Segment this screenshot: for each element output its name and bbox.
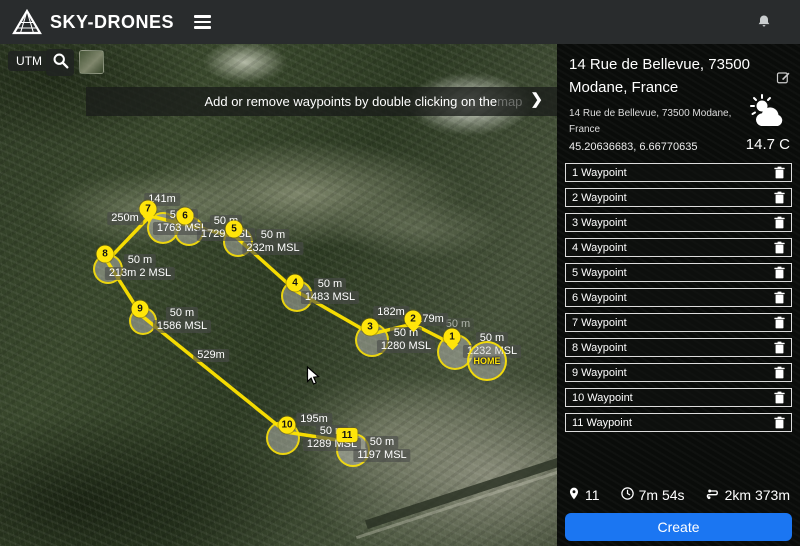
waypoint-marker-11[interactable]: 11: [337, 428, 358, 442]
waypoint-row-1[interactable]: 1 Waypoint: [565, 163, 792, 182]
coordinates-text: 45.20636683, 6.66770635: [569, 141, 697, 153]
trash-icon[interactable]: [774, 366, 785, 379]
trash-icon[interactable]: [774, 341, 785, 354]
app-window: SKY-DRONES 1234567891011HOME50 m1763 MSL…: [0, 0, 800, 546]
location-pin-icon: [567, 486, 581, 504]
waypoint-row-11[interactable]: 11 Waypoint: [565, 413, 792, 432]
waypoint-marker-5[interactable]: 5: [226, 221, 243, 238]
waypoint-row-label: 8 Waypoint: [572, 342, 627, 354]
sky-drones-logo-icon: [12, 9, 42, 35]
stat-value: 7m 54s: [639, 487, 685, 503]
waypoint-row-label: 11 Waypoint: [572, 417, 632, 429]
distance-label: 250m: [107, 212, 143, 225]
search-button[interactable]: [46, 49, 74, 76]
edit-icon[interactable]: [776, 70, 791, 90]
altitude-label: 50 m1197 MSL: [353, 436, 410, 462]
waypoint-row-label: 3 Waypoint: [572, 217, 627, 229]
altitude-label: 50 m1280 MSL: [377, 327, 435, 353]
waypoint-row-label: 10 Waypoint: [572, 392, 633, 404]
waypoint-row-label: 1 Waypoint: [572, 167, 627, 179]
mission-sidebar: 14 Rue de Bellevue, 73500 Modane, France…: [557, 44, 800, 546]
basemap-layer-button[interactable]: [79, 50, 104, 74]
stat-value: 11: [585, 487, 600, 503]
route-icon: [705, 485, 721, 504]
waypoint-row-3[interactable]: 3 Waypoint: [565, 213, 792, 232]
stat-value: 2km 373m: [725, 487, 790, 503]
waypoint-marker-7[interactable]: 7: [140, 201, 157, 218]
hint-text-fade: map: [497, 94, 522, 109]
trash-icon[interactable]: [774, 241, 785, 254]
top-bar: SKY-DRONES: [0, 0, 800, 44]
waypoint-row-label: 9 Waypoint: [572, 367, 627, 379]
bell-icon[interactable]: [756, 13, 772, 35]
altitude-label: 50 m213m 2 MSL: [105, 254, 175, 280]
search-icon: [52, 52, 69, 74]
waypoint-row-6[interactable]: 6 Waypoint: [565, 288, 792, 307]
waypoint-row-label: 7 Waypoint: [572, 317, 627, 329]
address-title: 14 Rue de Bellevue, 73500 Modane, France: [569, 54, 774, 99]
waypoint-row-8[interactable]: 8 Waypoint: [565, 338, 792, 357]
waypoint-marker-2[interactable]: 2: [405, 311, 422, 328]
address-subtitle: 14 Rue de Bellevue, 73500 Modane, France: [569, 106, 737, 138]
altitude-label: 50 m1586 MSL: [153, 307, 211, 333]
distance-label: 195m: [296, 413, 332, 426]
waypoint-row-label: 5 Waypoint: [572, 267, 627, 279]
trash-icon[interactable]: [774, 416, 785, 429]
trash-icon[interactable]: [774, 316, 785, 329]
waypoint-marker-10[interactable]: 10: [279, 417, 296, 434]
stat-route: 2km 373m: [705, 485, 790, 504]
hint-text: Add or remove waypoints by double clicki…: [204, 94, 497, 109]
waypoint-marker-3[interactable]: 3: [362, 319, 379, 336]
trash-icon[interactable]: [774, 191, 785, 204]
distance-label: 529m: [193, 349, 229, 362]
hint-banner: Add or remove waypoints by double clicki…: [86, 87, 557, 116]
waypoint-row-9[interactable]: 9 Waypoint: [565, 363, 792, 382]
mission-stats: 11 7m 54s 2km 373m: [567, 485, 790, 504]
mouse-cursor: [306, 366, 321, 392]
waypoint-marker-1[interactable]: 1: [444, 329, 461, 346]
altitude-label: 50 m232m MSL: [242, 229, 303, 255]
weather-widget: 14.7 C: [746, 94, 790, 153]
distance-label: 182m: [373, 306, 409, 319]
trash-icon[interactable]: [774, 291, 785, 304]
trash-icon[interactable]: [774, 266, 785, 279]
home-marker[interactable]: HOME: [467, 341, 507, 381]
waypoint-marker-4[interactable]: 4: [287, 275, 304, 292]
waypoint-marker-9[interactable]: 9: [132, 301, 149, 318]
waypoint-row-label: 2 Waypoint: [572, 192, 627, 204]
utm-toggle-button[interactable]: UTM: [8, 51, 50, 71]
home-label: HOME: [474, 356, 501, 366]
trash-icon[interactable]: [774, 216, 785, 229]
waypoint-row-10[interactable]: 10 Waypoint: [565, 388, 792, 407]
map-canvas[interactable]: 1234567891011HOME50 m1763 MSL50 m1729 MS…: [0, 44, 557, 546]
waypoint-list: 1 Waypoint 2 Waypoint 3 Waypoint 4 Waypoint…: [565, 163, 792, 438]
stat-location-pin: 11: [567, 486, 600, 504]
route-overlay: [0, 44, 557, 546]
waypoint-row-label: 6 Waypoint: [572, 292, 627, 304]
waypoint-marker-8[interactable]: 8: [97, 246, 114, 263]
stat-clock: 7m 54s: [620, 486, 685, 504]
chevron-right-icon[interactable]: ❯: [530, 90, 543, 108]
brand-title: SKY-DRONES: [50, 12, 174, 33]
trash-icon[interactable]: [774, 166, 785, 179]
temperature-value: 14.7 C: [746, 136, 790, 153]
waypoint-row-2[interactable]: 2 Waypoint: [565, 188, 792, 207]
map-texture: [0, 44, 557, 546]
waypoint-row-4[interactable]: 4 Waypoint: [565, 238, 792, 257]
waypoint-row-5[interactable]: 5 Waypoint: [565, 263, 792, 282]
altitude-label: 50 m1483 MSL: [301, 278, 359, 304]
waypoint-row-label: 4 Waypoint: [572, 242, 627, 254]
menu-icon[interactable]: [194, 15, 211, 29]
sun-cloud-icon: [747, 117, 789, 134]
clock-icon: [620, 486, 635, 504]
create-button[interactable]: Create: [565, 513, 792, 541]
trash-icon[interactable]: [774, 391, 785, 404]
waypoint-row-7[interactable]: 7 Waypoint: [565, 313, 792, 332]
waypoint-marker-6[interactable]: 6: [177, 208, 194, 225]
